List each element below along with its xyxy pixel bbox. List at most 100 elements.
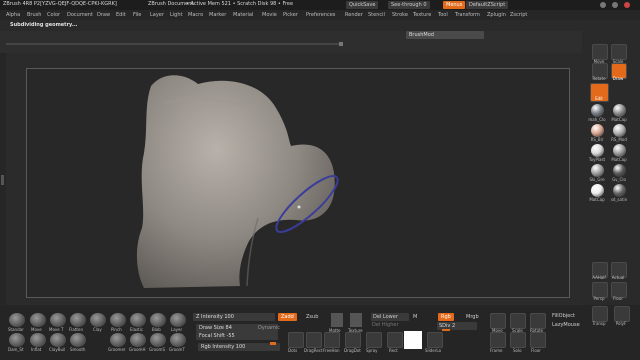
material-label: RS_Bir <box>590 137 604 142</box>
drag-rect-stroke-icon[interactable] <box>306 332 322 348</box>
brush-move-t-icon[interactable] <box>50 313 66 327</box>
menu-material[interactable]: Material <box>233 13 253 18</box>
menu-file[interactable]: File <box>133 13 141 18</box>
progress-handle[interactable] <box>339 42 343 46</box>
status-message: Subdividing geometry... <box>10 22 78 28</box>
lazy-mouse-button[interactable]: LazyMouse <box>552 323 580 328</box>
matte-swatch[interactable] <box>331 313 343 327</box>
brush-blob-icon[interactable] <box>150 313 166 327</box>
rect-alpha-icon[interactable] <box>387 332 403 348</box>
brush-groomer-icon[interactable] <box>110 333 126 347</box>
scale-button[interactable] <box>611 44 627 60</box>
sdiv-handle[interactable] <box>442 329 450 331</box>
material-ball[interactable] <box>591 184 604 197</box>
slider-lo-icon[interactable] <box>427 332 443 348</box>
material-ball[interactable] <box>613 144 626 157</box>
maximize-icon[interactable] <box>612 2 618 8</box>
brush-elastic-icon[interactable] <box>130 313 146 327</box>
menus-button[interactable]: Menus <box>443 1 466 9</box>
z-intensity-slider[interactable]: Z Intensity 100 <box>193 313 275 321</box>
menu-stroke[interactable]: Stroke <box>392 13 408 18</box>
floor-bottom-button[interactable] <box>530 332 546 348</box>
rgb-button[interactable]: Rgb <box>438 313 454 321</box>
menu-texture[interactable]: Texture <box>413 13 431 18</box>
quicksave-button[interactable]: QuickSave <box>346 1 379 9</box>
menu-document[interactable]: Document <box>67 13 93 18</box>
material-ball[interactable] <box>613 124 626 137</box>
dragdot-stroke-icon[interactable] <box>345 332 361 348</box>
material-ball[interactable] <box>613 104 626 117</box>
brush-groomh-icon[interactable] <box>130 333 146 347</box>
rgb-intensity-handle[interactable] <box>270 342 276 345</box>
menu-edit[interactable]: Edit <box>116 13 126 18</box>
menu-tool[interactable]: Tool <box>438 13 448 18</box>
spray-stroke-icon[interactable] <box>366 332 382 348</box>
texture-swatch[interactable] <box>350 313 362 327</box>
brush-claybuildup-icon[interactable] <box>50 333 66 347</box>
zadd-button[interactable]: Zadd <box>278 313 297 321</box>
menu-zplugin[interactable]: Zplugin <box>487 13 506 18</box>
brush-grooms-icon[interactable] <box>150 333 166 347</box>
color-swatch[interactable] <box>404 331 422 349</box>
frame-button[interactable] <box>490 332 506 348</box>
freehand-stroke-icon[interactable] <box>324 332 340 348</box>
del-higher-button[interactable]: Del Higher <box>372 323 399 328</box>
material-ball[interactable] <box>613 164 626 177</box>
menu-alpha[interactable]: Alpha <box>6 13 20 18</box>
minimize-icon[interactable] <box>600 2 606 8</box>
move-button[interactable] <box>592 44 608 60</box>
zsub-button[interactable]: Zsub <box>306 315 318 320</box>
left-tray-handle[interactable] <box>1 175 4 185</box>
menu-transform[interactable]: Transform <box>455 13 480 18</box>
solo-button[interactable] <box>510 332 526 348</box>
brush-smooth-icon[interactable] <box>70 333 86 347</box>
default-script-button[interactable]: DefaultZScript <box>466 1 509 9</box>
menu-preferences[interactable]: Preferences <box>306 13 335 18</box>
scale-transform-button[interactable] <box>510 313 526 329</box>
brush-standard-icon[interactable] <box>9 313 25 327</box>
brush-groomt-icon[interactable] <box>170 333 186 347</box>
menu-brush[interactable]: Brush <box>27 13 41 18</box>
mrgb-button[interactable]: Mrgb <box>466 315 479 320</box>
move-transform-button[interactable] <box>490 313 506 329</box>
model-body[interactable] <box>136 75 335 288</box>
dynamic-button[interactable]: Dynamic <box>258 326 280 331</box>
close-icon[interactable] <box>624 2 630 8</box>
dots-stroke-icon[interactable] <box>288 332 304 348</box>
menu-stencil[interactable]: Stencil <box>368 13 385 18</box>
menu-layer[interactable]: Layer <box>150 13 164 18</box>
fill-object-button[interactable]: FillObject <box>552 314 575 319</box>
material-ball[interactable] <box>591 144 604 157</box>
menu-zscript[interactable]: Zscript <box>510 13 527 18</box>
m-button[interactable]: M <box>413 315 417 320</box>
brush-move-icon[interactable] <box>30 313 46 327</box>
menu-render[interactable]: Render <box>345 13 363 18</box>
sculpt-model[interactable] <box>26 68 570 298</box>
rgb-intensity-slider[interactable]: Rgb Intensity 100 <box>198 343 280 351</box>
status-bar: Subdividing geometry... <box>0 20 640 31</box>
del-lower-button[interactable]: Del Lower <box>371 313 409 321</box>
polyf-button[interactable] <box>614 306 630 322</box>
material-ball[interactable] <box>591 124 604 137</box>
rotate-transform-button[interactable] <box>530 313 546 329</box>
menu-light[interactable]: Light <box>170 13 182 18</box>
material-ball[interactable] <box>591 104 604 117</box>
menu-marker[interactable]: Marker <box>209 13 226 18</box>
menu-macro[interactable]: Macro <box>188 13 203 18</box>
material-ball[interactable] <box>591 164 604 177</box>
focal-shift-slider[interactable]: Focal Shift -55 <box>196 332 278 340</box>
menu-movie[interactable]: Movie <box>262 13 277 18</box>
material-ball[interactable] <box>613 184 626 197</box>
brush-mod-slider[interactable]: BrushMod <box>406 31 484 39</box>
brush-dam-standard-icon[interactable] <box>9 333 25 347</box>
menu-picker[interactable]: Picker <box>283 13 298 18</box>
brush-layer-icon[interactable] <box>170 313 186 327</box>
see-through-slider[interactable]: See-through 0 <box>388 1 430 9</box>
menu-draw[interactable]: Draw <box>97 13 110 18</box>
menu-color[interactable]: Color <box>47 13 60 18</box>
brush-clay-icon[interactable] <box>90 313 106 327</box>
transp-button[interactable] <box>592 306 608 322</box>
brush-flatten-icon[interactable] <box>70 313 86 327</box>
brush-inflate-icon[interactable] <box>30 333 46 347</box>
brush-pinch-icon[interactable] <box>110 313 126 327</box>
